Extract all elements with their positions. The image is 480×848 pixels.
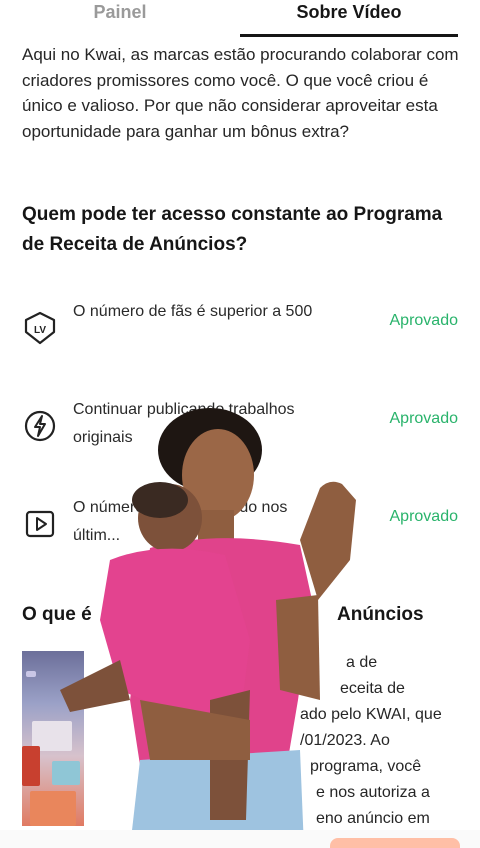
baby-body — [100, 548, 250, 720]
person-shirt — [130, 538, 312, 830]
description-line: e nos autoriza a — [316, 784, 430, 801]
requirement-text: O número de ... publicado nos últim... — [73, 499, 288, 544]
section-title-left: O que é — [22, 604, 92, 625]
description-line: ado pelo KWAI, que — [300, 706, 442, 723]
requirement-status: Aprovado — [389, 410, 459, 427]
baby-leg — [210, 690, 250, 820]
lv-level-icon: LV — [24, 311, 56, 345]
holding-hand — [140, 700, 250, 760]
requirement-text: O número de fãs é superior a 500 — [73, 303, 313, 320]
requirement-text: Continuar publicando trabalhos originais — [73, 401, 295, 446]
requirement-status: Aprovado — [389, 508, 459, 525]
tab-bar: Painel Sobre Vídeo — [0, 0, 480, 38]
description-line: a de — [346, 654, 378, 671]
bottom-action-button[interactable] — [330, 838, 460, 848]
section-title-right: Anúncios — [337, 604, 424, 625]
requirement-row: LV O número de fãs é superior a 500 Apro… — [22, 298, 462, 358]
requirement-status: Aprovado — [389, 312, 459, 329]
description-line: /01/2023. Ao — [300, 732, 390, 749]
program-section-heading: O que é Anúncios — [22, 600, 462, 630]
program-thumbnail-image[interactable] — [22, 651, 84, 826]
active-tab-indicator — [240, 34, 458, 37]
svg-text:LV: LV — [34, 325, 46, 336]
eligibility-heading: Quem pode ter acesso constante ao Progra… — [22, 204, 443, 255]
program-description: a de eceita de ado pelo KWAI, que /01/20… — [300, 650, 470, 832]
tab-painel[interactable]: Painel — [0, 0, 240, 36]
requirement-row: O número de ... publicado nos últim... A… — [22, 494, 462, 554]
play-video-icon — [25, 510, 55, 538]
description-line: programa, você — [310, 758, 422, 775]
intro-paragraph: Aqui no Kwai, as marcas estão procurando… — [22, 45, 459, 141]
requirement-row: Continuar publicando trabalhos originais… — [22, 396, 462, 456]
tab-sobre-video[interactable]: Sobre Vídeo — [240, 0, 458, 36]
lightning-icon — [24, 410, 56, 442]
description-line: eceita de — [340, 680, 405, 697]
description-line: eno anúncio em — [316, 810, 430, 827]
